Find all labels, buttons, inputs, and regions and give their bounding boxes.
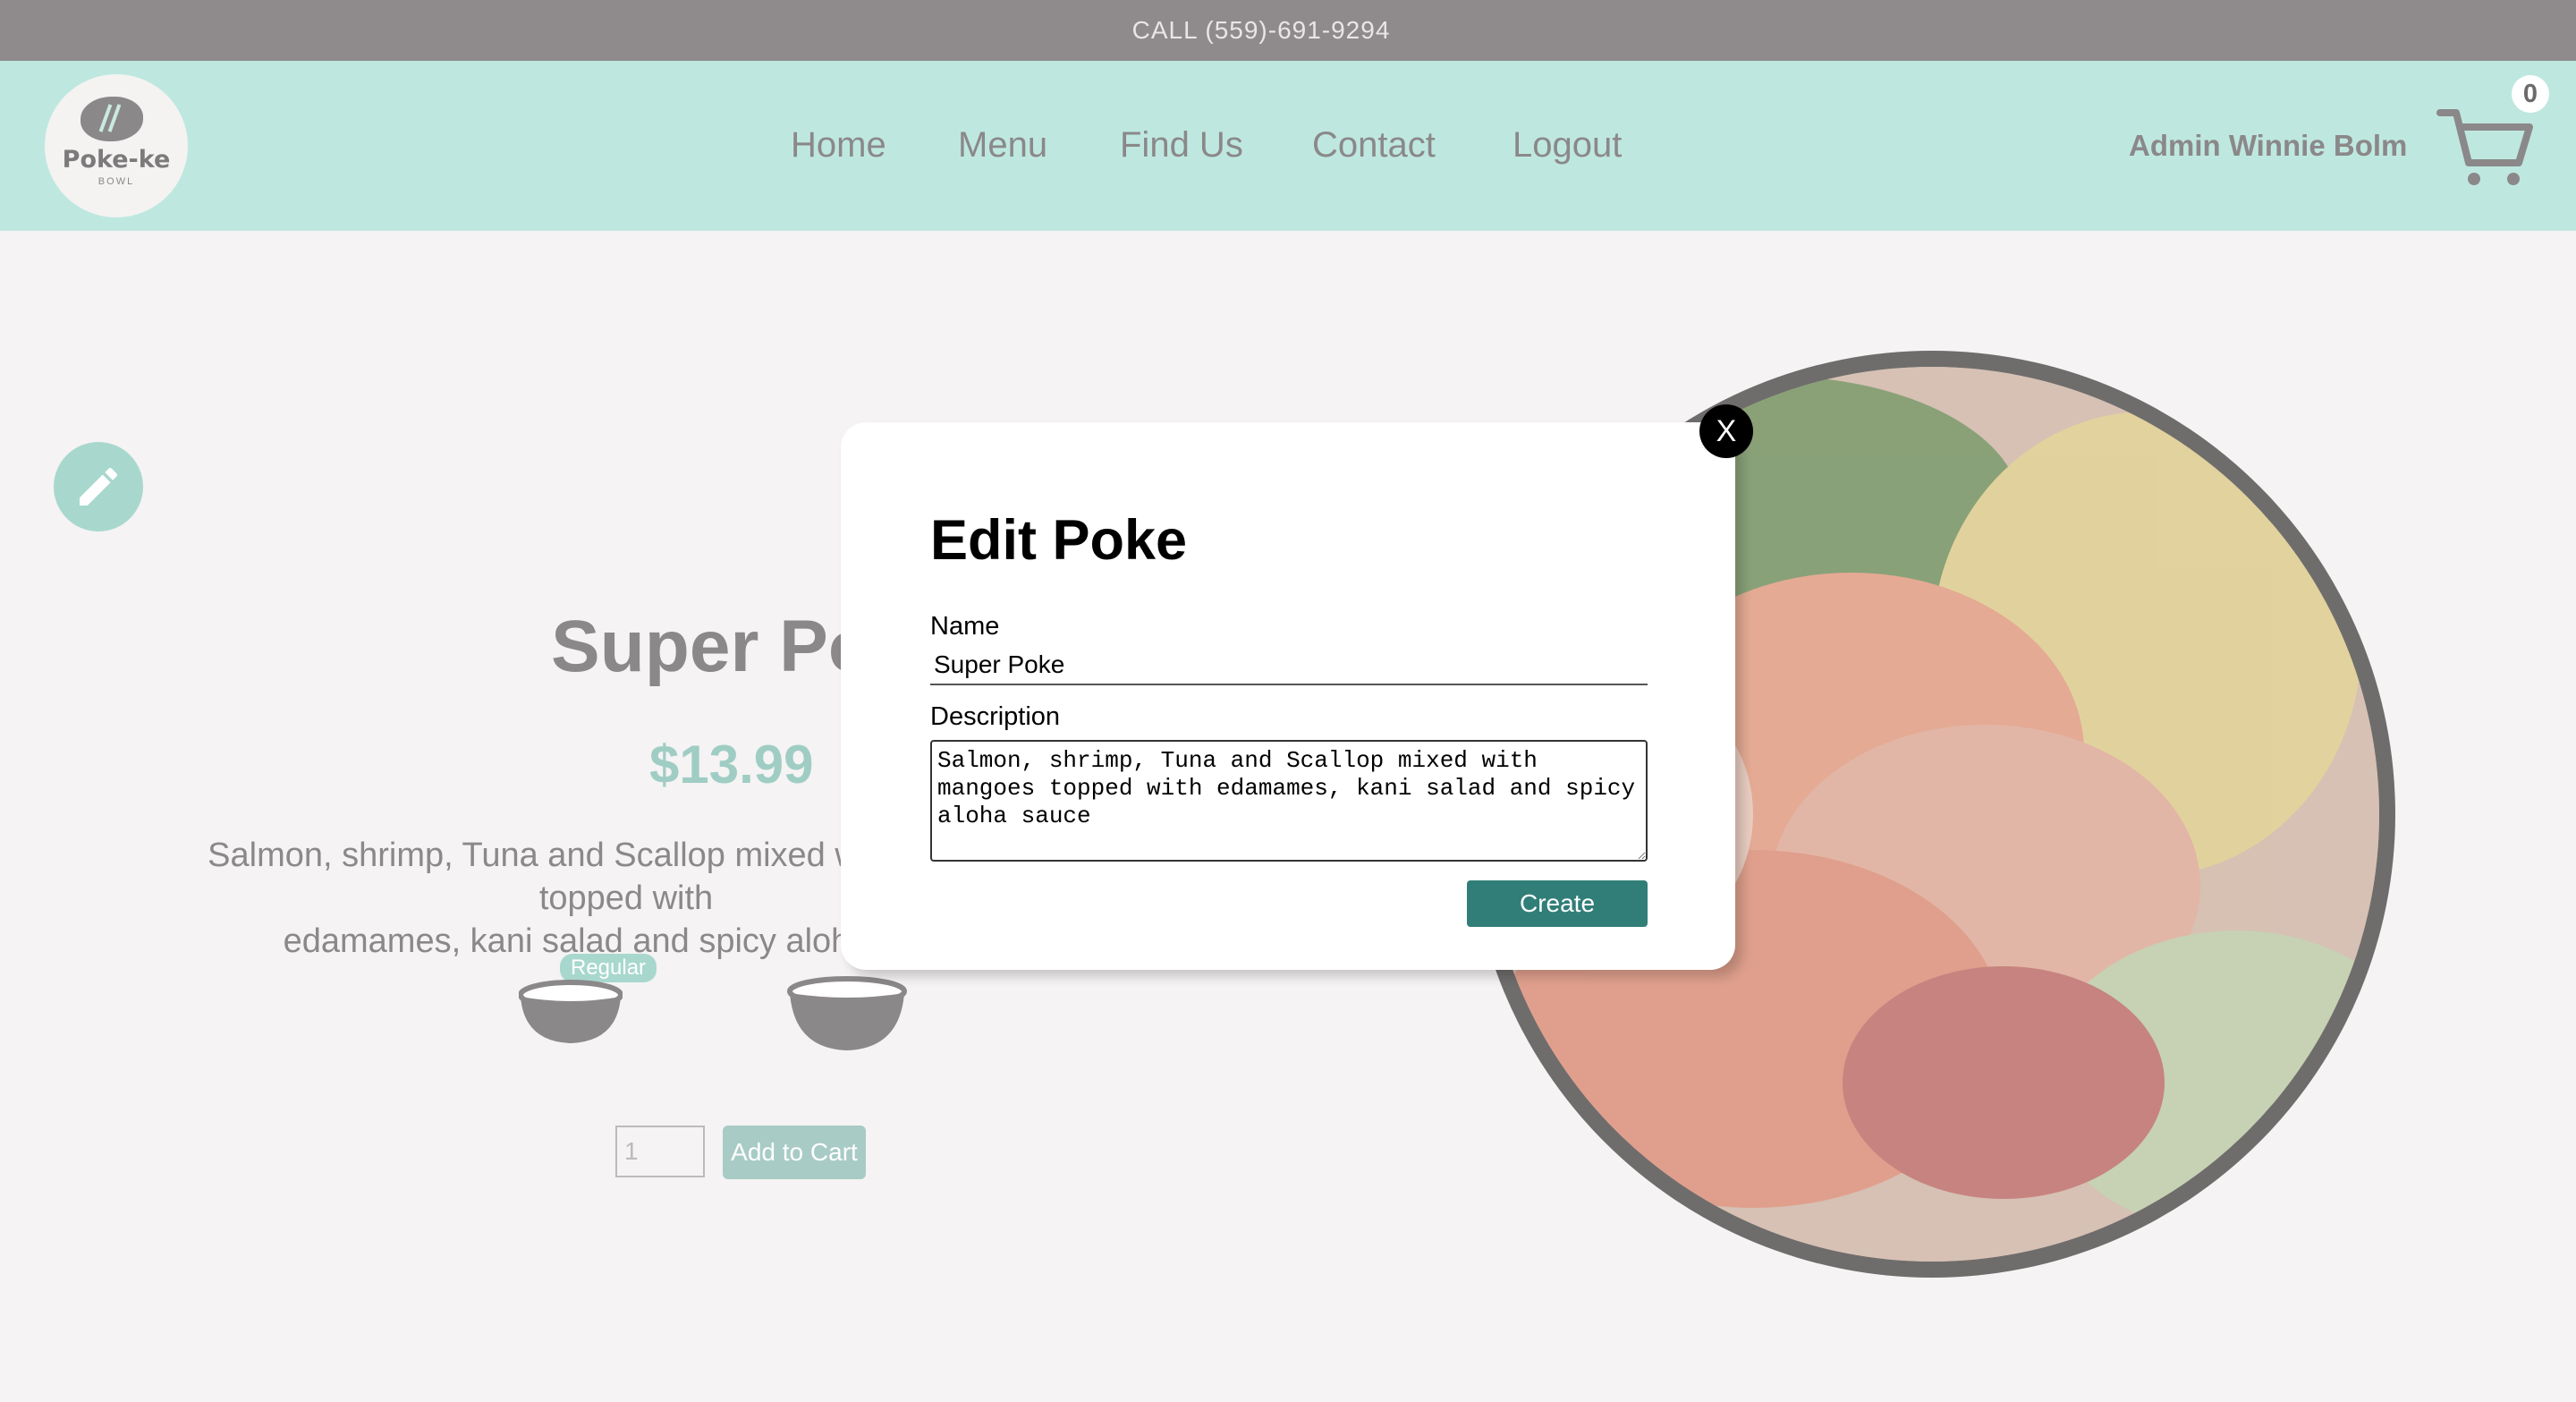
phone-text[interactable]: CALL (559)-691-9294 <box>1132 16 1391 45</box>
edit-poke-modal: Edit Poke Name Description Salmon, shrim… <box>841 422 1735 970</box>
logo-bowl-icon <box>80 97 143 141</box>
add-to-cart-button[interactable]: Add to Cart <box>723 1126 866 1179</box>
nav-contact[interactable]: Contact <box>1312 125 1436 166</box>
create-button[interactable]: Create <box>1467 880 1648 927</box>
name-label: Name <box>930 612 1000 641</box>
nav-logout[interactable]: Logout <box>1513 125 1622 166</box>
cart-count-badge: 0 <box>2512 75 2549 113</box>
product-price: $13.99 <box>649 735 814 794</box>
bowl-regular-option[interactable] <box>519 979 623 1047</box>
cart-icon[interactable] <box>2436 100 2535 199</box>
pencil-icon <box>80 467 118 506</box>
name-input[interactable] <box>930 646 1648 685</box>
user-name[interactable]: Admin Winnie Bolm <box>2129 129 2407 163</box>
nav-find-us[interactable]: Find Us <box>1120 125 1243 166</box>
modal-title: Edit Poke <box>930 509 1188 572</box>
logo-text: Poke-ke <box>62 146 171 174</box>
edit-button[interactable] <box>54 442 143 531</box>
quantity-input[interactable] <box>615 1126 705 1177</box>
nav-menu[interactable]: Menu <box>958 125 1047 166</box>
bowl-large-option[interactable] <box>787 975 907 1052</box>
nav-home[interactable]: Home <box>791 125 886 166</box>
close-modal-button[interactable]: X <box>1699 404 1753 458</box>
logo-subtext: BOWL <box>97 176 135 187</box>
site-header: Poke-ke BOWL Home Menu Find Us Contact L… <box>0 61 2576 231</box>
logo[interactable]: Poke-ke BOWL <box>45 74 188 217</box>
top-call-bar: CALL (559)-691-9294 <box>0 0 2576 61</box>
description-textarea[interactable]: Salmon, shrimp, Tuna and Scallop mixed w… <box>930 740 1648 862</box>
description-label: Description <box>930 702 1061 731</box>
